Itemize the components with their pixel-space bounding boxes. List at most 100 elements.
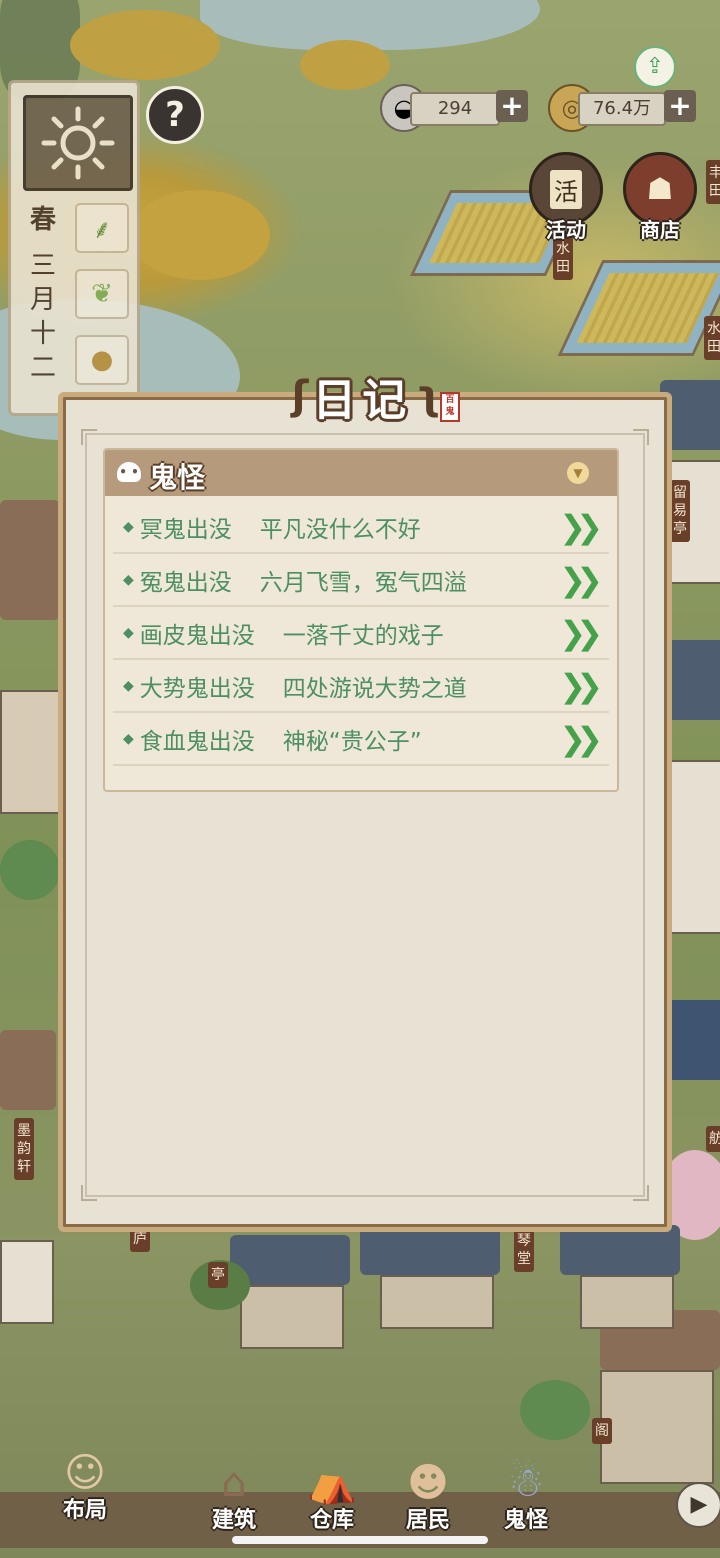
nav-residents-label: 居民 [405, 1508, 450, 1533]
crop-slot-scallion[interactable]: ⸙ [75, 203, 129, 253]
sign-text: 阁 [595, 1423, 609, 1439]
double-chevron-right-icon[interactable]: ❯❯ [559, 720, 603, 758]
entry-name: 食血鬼出没 [139, 729, 255, 755]
double-chevron-right-icon[interactable]: ❯❯ [559, 508, 603, 546]
date-char: 三 [29, 251, 56, 281]
question-icon: ? [165, 95, 185, 135]
plus-icon: + [500, 89, 524, 122]
diamond-bullet-icon: ◆ [123, 678, 134, 694]
date-char: 二 [29, 353, 56, 383]
sign-text: 亭 [211, 1267, 225, 1283]
crop-slot-grain[interactable]: ● [75, 335, 129, 385]
scallion-icon: ⸙ [92, 215, 112, 245]
coin-counter: 76.4万 [578, 92, 666, 126]
tree [0, 840, 60, 900]
sign-paddy-2[interactable]: 水田 [704, 316, 720, 360]
nav-build-label: 建筑 [211, 1508, 256, 1533]
entry-desc: 四处游说大势之道 [282, 676, 467, 702]
sign-text: 墨韵轩 [17, 1123, 31, 1175]
frame-corner [81, 429, 97, 445]
house-wall [0, 1240, 54, 1324]
activity-button[interactable]: 活 活动 [528, 152, 604, 243]
next-page-button[interactable]: ▶ [676, 1482, 720, 1528]
date-char: 十 [29, 319, 56, 349]
diamond-bullet-icon: ◆ [123, 625, 134, 641]
double-chevron-right-icon[interactable]: ❯❯ [559, 561, 603, 599]
nav-residents[interactable]: ☻ 居民 [390, 1450, 466, 1534]
pavilion-wall [240, 1285, 344, 1349]
frame-corner [81, 1185, 97, 1201]
diary-entry[interactable]: ◆ 食血鬼出没 神秘“贵公子” ❯❯ [113, 714, 609, 766]
season-label: 春 [29, 205, 56, 235]
sign-fang[interactable]: 舫 [706, 1126, 720, 1152]
ghost-icon: ☃ [508, 1460, 544, 1506]
diary-entry[interactable]: ◆ 大势鬼出没 四处游说大势之道 ❯❯ [113, 661, 609, 713]
home-indicator[interactable] [232, 1536, 488, 1544]
bowl-counter: 294 [410, 92, 500, 126]
sign-fengtian[interactable]: 丰田 [706, 160, 720, 204]
hall-roof [560, 1225, 680, 1275]
sign-qin-hall[interactable]: 琴堂 [514, 1228, 534, 1272]
shop-button[interactable]: ☗ 商店 [622, 152, 698, 243]
house-roof [0, 1030, 56, 1110]
entry-desc: 六月飞雪，冤气四溢 [259, 570, 467, 596]
flower-field [130, 190, 270, 280]
diary-entry[interactable]: ◆ 冤鬼出没 六月飞雪，冤气四溢 ❯❯ [113, 555, 609, 607]
coin-value: 76.4万 [592, 98, 652, 119]
warehouse-icon: ⛺ [307, 1460, 357, 1506]
hall-wall [380, 1275, 494, 1329]
ghost-seal-stamp: 百鬼 [440, 392, 460, 422]
nav-layout-label: 布局 [62, 1498, 107, 1523]
sign-ge[interactable]: 阁 [592, 1418, 612, 1444]
sign-trade-pavilion[interactable]: 留易亭 [670, 480, 690, 542]
entry-name: 画皮鬼出没 [139, 623, 255, 649]
ghost-diary-list: • • 鬼怪 ▼ ◆ 冥鬼出没 平凡没什么不好 ❯❯ ◆ 冤鬼出没 六月飞雪，冤… [103, 448, 619, 792]
cloud-scroll-icon: ʃ [291, 373, 309, 419]
collapse-arrow-icon[interactable]: ▼ [567, 462, 589, 484]
nav-ghosts[interactable]: ☃ 鬼怪 [488, 1450, 564, 1534]
add-bowl-button[interactable]: + [496, 90, 528, 122]
nav-warehouse[interactable]: ⛺ 仓库 [294, 1450, 370, 1534]
ghost-icon: • • [117, 462, 141, 482]
frame-corner [633, 429, 649, 445]
section-header[interactable]: • • 鬼怪 ▼ [105, 450, 617, 496]
activity-label: 活动 [546, 218, 586, 242]
nav-build[interactable]: ⌂ 建筑 [196, 1450, 272, 1534]
entry-desc: 平凡没什么不好 [259, 517, 421, 543]
diary-entry[interactable]: ◆ 画皮鬼出没 一落千丈的戏子 ❯❯ [113, 608, 609, 660]
sign-text: 丰田 [709, 165, 720, 199]
entry-desc: 一落千丈的戏子 [282, 623, 444, 649]
upgrade-arrow-icon[interactable]: ⇪ [634, 46, 676, 88]
hall-roof [360, 1225, 500, 1275]
sign-text: 留易亭 [673, 485, 687, 537]
sign-text: 舫 [709, 1131, 720, 1147]
frame-corner [633, 1185, 649, 1201]
sign-moyun-pavilion[interactable]: 墨韵轩 [14, 1118, 34, 1180]
cloud-scroll-icon: ʅ [416, 373, 441, 419]
double-chevron-right-icon[interactable]: ❯❯ [559, 614, 603, 652]
crop-slot-cabbage[interactable]: ❦ [75, 269, 129, 319]
building-icon: ⌂ [221, 1460, 247, 1506]
add-coin-button[interactable]: + [664, 90, 696, 122]
weather-display[interactable] [23, 95, 133, 191]
help-button[interactable]: ? [146, 86, 204, 144]
grain-sack-icon: ● [90, 345, 114, 375]
nav-layout[interactable]: ☺ 布局 [40, 1440, 130, 1524]
tree [520, 1380, 590, 1440]
flower-bush [70, 10, 220, 80]
entry-name: 冥鬼出没 [139, 517, 232, 543]
diary-entry[interactable]: ◆ 冥鬼出没 平凡没什么不好 ❯❯ [113, 502, 609, 554]
sign-text: 庐 [133, 1231, 147, 1247]
resident-icon: ☻ [407, 1460, 449, 1506]
sign-text: 水田 [707, 321, 720, 355]
entry-name: 冤鬼出没 [139, 570, 232, 596]
double-chevron-right-icon[interactable]: ❯❯ [559, 667, 603, 705]
diamond-bullet-icon: ◆ [123, 519, 134, 535]
date-char: 月 [29, 285, 56, 315]
plus-icon: + [668, 89, 692, 122]
sign-ting[interactable]: 亭 [208, 1262, 228, 1288]
season-calendar-panel[interactable]: 春 三 月 十 二 ⸙ ❦ ● [8, 80, 140, 416]
bowl-value: 294 [437, 98, 473, 119]
tower-wall [600, 1370, 714, 1484]
river [200, 0, 540, 50]
